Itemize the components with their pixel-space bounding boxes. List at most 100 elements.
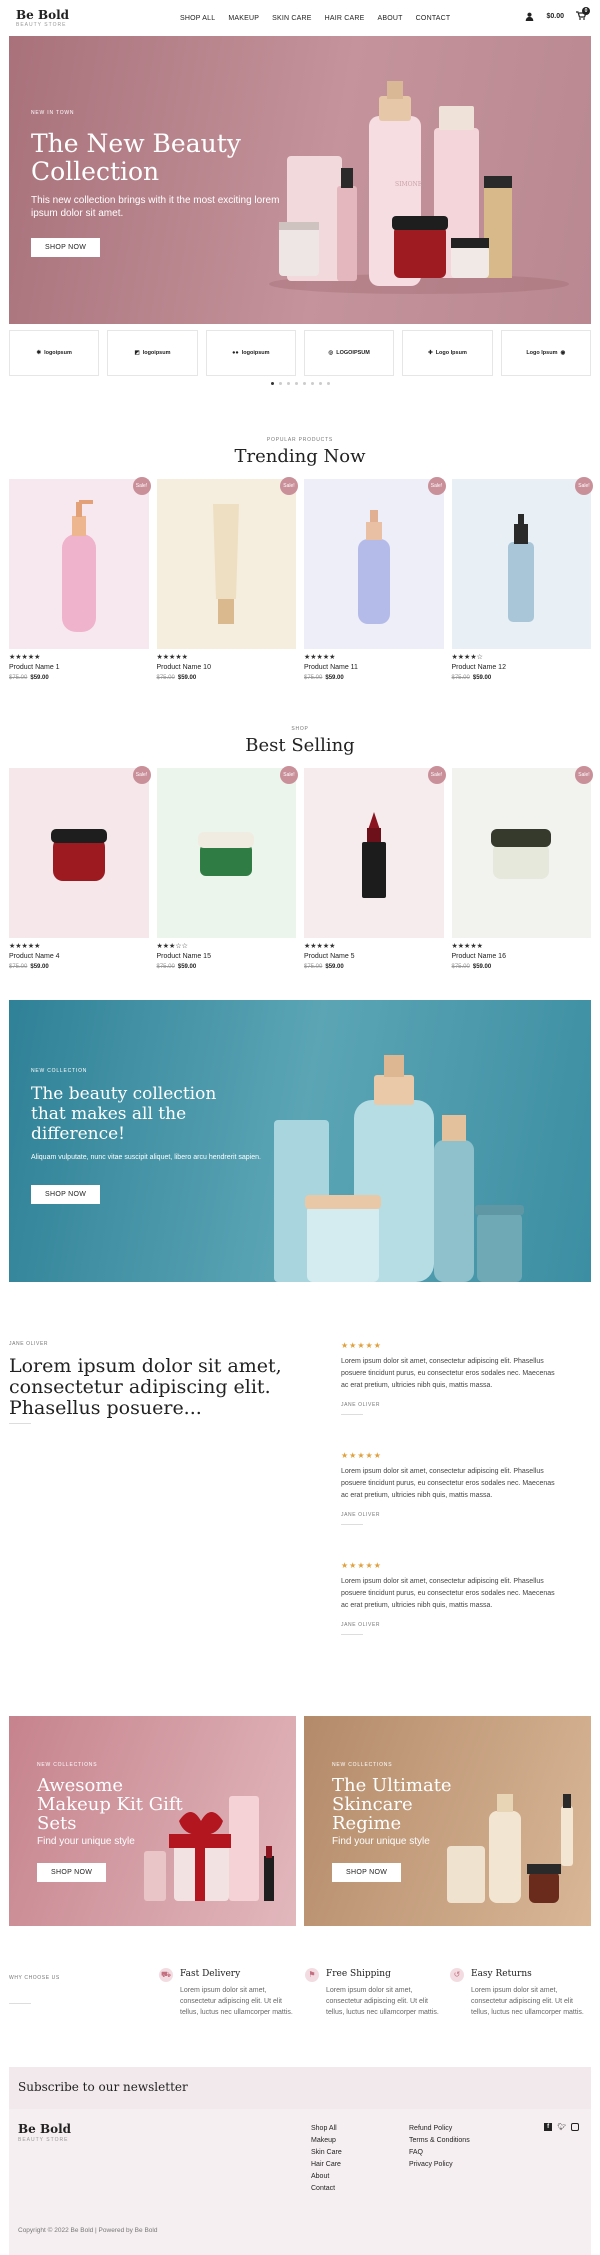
feature-text: Lorem ipsum dolor sit amet, consectetur … — [180, 1987, 293, 2016]
footer-link[interactable]: Makeup — [311, 2135, 342, 2147]
logo-text[interactable]: Be Bold — [16, 9, 69, 21]
carousel-dot[interactable] — [302, 382, 306, 385]
collection-card-makeup[interactable]: NEW COLLECTIONS Awesome Makeup Kit Gift … — [9, 1716, 296, 1926]
brand-logo[interactable]: ●● logoipsum — [205, 330, 296, 376]
carousel-dot[interactable] — [270, 382, 274, 385]
carousel-dot[interactable] — [278, 382, 282, 385]
review-author: JANE OLIVER — [341, 1622, 381, 1628]
product-card[interactable]: Sale! ★★★★★ Product Name 1 $75.00 $59.00 — [9, 477, 151, 681]
divider — [9, 2003, 31, 2004]
product-image[interactable]: Sale! — [451, 766, 593, 938]
instagram-icon[interactable] — [571, 2123, 579, 2131]
footer-link[interactable]: About — [311, 2171, 342, 2183]
collection-card-skincare[interactable]: NEW COLLECTIONS The Ultimate Skincare Re… — [304, 1716, 591, 1926]
footer-link[interactable]: FAQ — [409, 2147, 470, 2159]
product-card[interactable]: Sale! ★★★★☆ Product Name 12 $75.00 $59.00 — [451, 477, 593, 681]
sale-badge: Sale! — [575, 766, 593, 784]
product-card[interactable]: Sale! ★★★★★ Product Name 5 $75.00 $59.00 — [304, 766, 446, 970]
collection-kicker: NEW COLLECTIONS — [332, 1762, 393, 1768]
site-header: Be Bold BEAUTY STORE SHOP ALL MAKEUP SKI… — [0, 0, 600, 36]
rating-stars: ★★★★★ — [304, 654, 336, 661]
brand-logos: ✱ logoipsum ◩ logoipsum ●● logoipsum ◎ LOGOI… — [9, 330, 591, 376]
product-card[interactable]: Sale! ★★★★★ Product Name 11 $75.00 $59.00 — [304, 477, 446, 681]
carousel-dot[interactable] — [318, 382, 322, 385]
rating-stars: ★★★★★ — [9, 654, 41, 661]
collection-shop-button[interactable]: SHOP NOW — [332, 1863, 402, 1882]
carousel-dot[interactable] — [310, 382, 314, 385]
hero-products-image: SIMONE — [269, 81, 569, 294]
nav-contact[interactable]: CONTACT — [416, 15, 451, 22]
product-name[interactable]: Product Name 15 — [157, 953, 297, 960]
footer-link[interactable]: Skin Care — [311, 2147, 342, 2159]
brand-logo[interactable]: ◎ LOGOIPSUM — [303, 330, 395, 376]
product-price: $75.00 $59.00 — [451, 675, 492, 681]
rating-stars: ★★★★★ — [304, 943, 336, 950]
footer-link[interactable]: Hair Care — [311, 2159, 342, 2171]
footer-link[interactable]: Contact — [311, 2183, 342, 2195]
makeup-kit-image — [144, 1796, 274, 1901]
collection-text: Find your unique style — [332, 1836, 430, 1847]
product-name[interactable]: Product Name 1 — [9, 664, 149, 671]
cart-button[interactable]: 0 — [576, 7, 590, 22]
product-image[interactable]: Sale! — [156, 766, 298, 938]
hero-shop-button[interactable]: SHOP NOW — [31, 238, 101, 257]
product-card[interactable]: Sale! ★★★★★ Product Name 4 $75.00 $59.00 — [9, 766, 151, 970]
carousel-dot[interactable] — [286, 382, 290, 385]
nav-about[interactable]: ABOUT — [378, 15, 403, 22]
footer-link[interactable]: Shop All — [311, 2123, 342, 2135]
product-image[interactable]: Sale! — [156, 477, 298, 649]
product-price: $75.00 $59.00 — [156, 675, 197, 681]
brand-logo[interactable]: ✱ logoipsum — [9, 330, 100, 376]
twitter-icon[interactable]: 🐦︎ — [557, 2123, 566, 2131]
brand-logo[interactable]: Logo Ipsum ◉ — [500, 330, 591, 376]
nav-hair-care[interactable]: HAIR CARE — [325, 15, 365, 22]
banner-title: The beauty collection that makes all the… — [31, 1084, 217, 1144]
rating-stars: ★★★★★ — [341, 1341, 382, 1350]
footer-link[interactable]: Terms & Conditions — [409, 2135, 470, 2147]
testimonial-heading: Lorem ipsum dolor sit amet, consectetur … — [9, 1355, 282, 1419]
product-name[interactable]: Product Name 16 — [452, 953, 592, 960]
footer-link[interactable]: Privacy Policy — [409, 2159, 470, 2171]
account-icon[interactable] — [525, 12, 534, 21]
hero-text: This new collection brings with it the m… — [31, 195, 280, 219]
product-image[interactable]: Sale! — [304, 766, 446, 938]
skincare-regime-image — [447, 1794, 573, 1903]
header-actions: $0.00 0 — [525, 7, 590, 22]
product-image[interactable]: Sale! — [304, 477, 446, 649]
product-name[interactable]: Product Name 11 — [304, 664, 444, 671]
sale-badge: Sale! — [280, 477, 298, 495]
carousel-dot[interactable] — [326, 382, 330, 385]
product-image[interactable]: Sale! — [9, 477, 151, 649]
product-name[interactable]: Product Name 4 — [9, 953, 149, 960]
cart-count-badge: 0 — [582, 7, 590, 15]
collection-kicker: NEW COLLECTIONS — [37, 1762, 98, 1768]
banner-products-image — [274, 1055, 524, 1282]
banner-shop-button[interactable]: SHOP NOW — [31, 1185, 101, 1204]
delivery-truck-icon: ⛟ — [159, 1968, 173, 1982]
brand-logo[interactable]: ✚ Logo Ipsum — [402, 330, 493, 376]
carousel-dot[interactable] — [294, 382, 298, 385]
site-logo[interactable]: Be Bold BEAUTY STORE — [16, 9, 69, 28]
product-card[interactable]: Sale! ★★★★★ Product Name 16 $75.00 $59.00 — [451, 766, 593, 970]
product-name[interactable]: Product Name 5 — [304, 953, 444, 960]
product-card[interactable]: Sale! ★★★☆☆ Product Name 15 $75.00 $59.00 — [156, 766, 298, 970]
product-name[interactable]: Product Name 10 — [157, 664, 297, 671]
sale-badge: Sale! — [427, 477, 446, 495]
facebook-icon[interactable]: f — [544, 2123, 553, 2131]
nav-skin-care[interactable]: SKIN CARE — [272, 15, 312, 22]
nav-shop-all[interactable]: SHOP ALL — [180, 15, 215, 22]
footer-link[interactable]: Refund Policy — [409, 2123, 470, 2135]
product-name[interactable]: Product Name 12 — [452, 664, 592, 671]
collection-shop-button[interactable]: SHOP NOW — [37, 1863, 107, 1882]
svg-text:SIMONE: SIMONE — [395, 181, 422, 188]
product-price: $75.00 $59.00 — [304, 675, 344, 681]
cart-total[interactable]: $0.00 — [546, 13, 564, 20]
nav-makeup[interactable]: MAKEUP — [228, 15, 259, 22]
product-image[interactable]: Sale! — [451, 477, 593, 649]
product-image[interactable]: Sale! — [9, 766, 151, 938]
product-card[interactable]: Sale! ★★★★★ Product Name 10 $75.00 $59.00 — [156, 477, 298, 681]
footer-logo[interactable]: Be Bold — [18, 2123, 71, 2135]
brand-logo[interactable]: ◩ logoipsum — [107, 330, 198, 376]
social-links: f 🐦︎ — [544, 2123, 579, 2131]
review-item: ★★★★★ Lorem ipsum dolor sit amet, consec… — [341, 1341, 561, 1415]
